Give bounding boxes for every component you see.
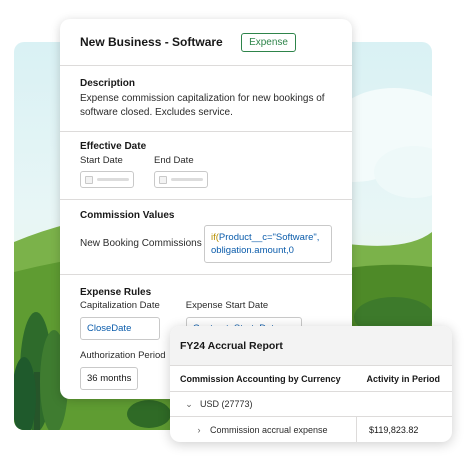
capitalization-date-field[interactable]: CloseDate — [80, 317, 160, 340]
description-text: Expense commission capitalization for ne… — [80, 93, 325, 118]
date-placeholder — [97, 178, 129, 181]
expense-row-label: Commission accrual expense — [210, 424, 328, 435]
chevron-right-icon[interactable]: › — [194, 425, 204, 435]
description-section: Description Expense commission capitaliz… — [60, 66, 352, 132]
status-badge[interactable]: Expense — [241, 32, 296, 52]
formula-function: if( — [211, 232, 219, 243]
table-row[interactable]: › Commission accrual expense $119,823.82 — [170, 417, 452, 442]
new-booking-commissions-label: New Booking Commissions — [80, 238, 202, 249]
expense-start-date-label: Expense Start Date — [185, 300, 269, 311]
column-header-category[interactable]: Commission Accounting by Currency — [180, 374, 341, 384]
report-column-headers: Commission Accounting by Currency Activi… — [170, 366, 452, 392]
accrual-report-card: FY24 Accrual Report Commission Accountin… — [170, 326, 452, 442]
effective-date-section: Effective Date Start Date End Date — [60, 132, 352, 200]
date-placeholder — [171, 178, 203, 181]
currency-group-label: USD (27773) — [200, 399, 253, 409]
formula-line-2: obligation.amount,0 — [211, 245, 294, 256]
calendar-icon — [85, 175, 93, 184]
chevron-down-icon[interactable]: ⌄ — [184, 399, 194, 410]
expense-rules-heading: Expense Rules — [80, 287, 152, 298]
end-date-label: End Date — [154, 155, 194, 166]
calendar-icon — [159, 175, 167, 184]
plan-title: New Business - Software — [80, 35, 223, 49]
report-title: FY24 Accrual Report — [180, 339, 283, 352]
report-header: FY24 Accrual Report — [170, 326, 452, 366]
description-heading: Description — [80, 78, 136, 89]
start-date-label: Start Date — [80, 155, 123, 166]
capitalization-date-label: Capitalization Date — [80, 300, 160, 311]
end-date-input[interactable] — [154, 171, 208, 188]
activity-value: $119,823.82 — [356, 417, 452, 442]
commission-values-heading: Commission Values — [80, 210, 175, 221]
table-row[interactable]: ⌄ USD (27773) — [170, 392, 452, 417]
formula-line-1: Product__c="Software", — [218, 232, 320, 243]
column-header-activity[interactable]: Activity in Period — [366, 374, 440, 384]
authorization-period-field[interactable]: 36 months — [80, 367, 139, 390]
effective-date-heading: Effective Date — [80, 141, 147, 152]
commission-values-section: Commission Values New Booking Commission… — [60, 200, 352, 275]
commission-formula-field[interactable]: if(Product__c="Software", obligation.amo… — [204, 225, 332, 263]
start-date-input[interactable] — [80, 171, 134, 188]
card-header: New Business - Software Expense — [60, 19, 352, 66]
